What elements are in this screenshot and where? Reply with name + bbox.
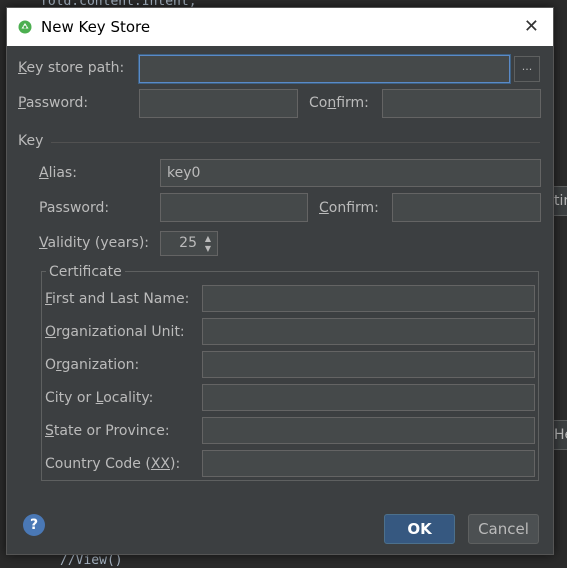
city-locality-label: City or Locality: [45, 390, 154, 406]
organizational-unit-label: Organizational Unit: [45, 324, 185, 340]
state-province-input[interactable] [202, 417, 535, 444]
alias-label: Alias: [39, 165, 77, 181]
keystore-password-input[interactable] [139, 89, 298, 118]
key-section-divider [51, 142, 540, 143]
keystore-password-label: Password: [18, 95, 89, 111]
ok-button[interactable]: OK [384, 514, 455, 544]
keystore-confirm-label: Confirm: [309, 95, 369, 111]
first-last-name-label: First and Last Name: [45, 291, 190, 307]
spinner-up-icon[interactable]: ▲ [202, 234, 214, 244]
validity-spinner[interactable]: 25 ▲ ▼ [160, 231, 218, 256]
organization-label: Organization: [45, 357, 140, 373]
key-confirm-input[interactable] [392, 193, 541, 222]
key-password-input[interactable] [160, 193, 308, 222]
help-button[interactable]: ? [23, 514, 45, 536]
validity-value: 25 [179, 235, 197, 251]
validity-label: Validity (years): [39, 235, 150, 251]
new-key-store-dialog: New Key Store ✕ Key store path: ... Pass… [6, 7, 554, 555]
cancel-button[interactable]: Cancel [468, 514, 539, 544]
country-code-label: Country Code (XX): [45, 456, 181, 472]
spinner-down-icon[interactable]: ▼ [202, 244, 214, 254]
key-store-path-label: Key store path: [18, 60, 125, 76]
key-store-path-input[interactable] [139, 55, 510, 83]
first-last-name-input[interactable] [202, 285, 535, 312]
organization-input[interactable] [202, 351, 535, 378]
state-province-label: State or Province: [45, 423, 170, 439]
keystore-confirm-input[interactable] [382, 89, 541, 118]
certificate-section-label: Certificate [46, 264, 125, 280]
organizational-unit-input[interactable] [202, 318, 535, 345]
background-button-2: He [553, 420, 567, 450]
country-code-input[interactable] [202, 450, 535, 477]
key-section-label: Key [18, 133, 44, 149]
window-title: New Key Store [41, 18, 151, 36]
city-locality-input[interactable] [202, 384, 535, 411]
background-button-1: tin [553, 186, 567, 216]
background-code-bottom: //View() [60, 553, 123, 568]
key-password-label: Password: [39, 200, 110, 216]
android-studio-icon [18, 20, 32, 34]
alias-input[interactable]: key0 [160, 159, 541, 187]
title-bar: New Key Store ✕ [7, 8, 553, 46]
close-button[interactable]: ✕ [524, 16, 539, 37]
browse-button[interactable]: ... [514, 56, 540, 82]
key-confirm-label: Confirm: [319, 200, 379, 216]
